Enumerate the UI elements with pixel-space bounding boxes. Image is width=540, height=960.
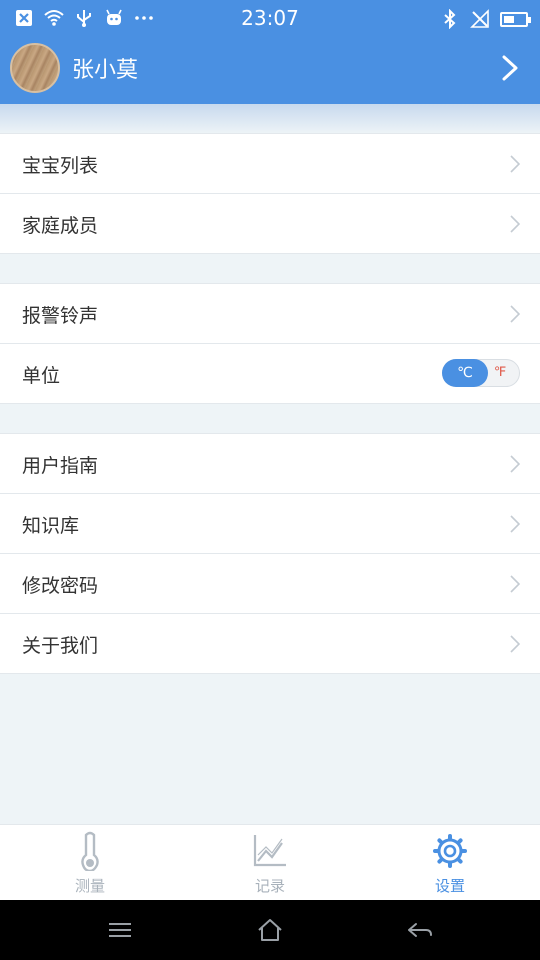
row-label: 报警铃声 [22,305,99,327]
row-label: 知识库 [22,515,80,537]
row-family-members[interactable]: 家庭成员 [0,194,540,254]
tab-measure[interactable]: 测量 [0,825,180,901]
settings-group-baby: 宝宝列表 家庭成员 [0,133,540,254]
row-label: 宝宝列表 [22,155,99,177]
avatar[interactable] [10,43,60,93]
chevron-right-icon [510,515,520,533]
tab-label: 测量 [74,877,105,895]
row-label: 修改密码 [22,575,99,597]
tab-records[interactable]: 记录 [180,825,360,901]
status-bar: 23:07 [0,0,540,38]
bluetooth-icon [444,9,456,29]
row-knowledge-base[interactable]: 知识库 [0,494,540,554]
chevron-right-icon[interactable] [498,54,522,82]
tab-settings[interactable]: 设置 [360,825,540,901]
thermometer-icon [81,831,99,871]
fahrenheit-option[interactable]: ℉ [487,360,513,386]
chart-icon [253,835,286,867]
system-nav-bar [0,900,540,960]
chevron-right-icon [510,575,520,593]
row-unit: 单位 ℃ ℉ [0,344,540,404]
settings-group-info: 用户指南 知识库 修改密码 关于我们 [0,433,540,674]
battery-icon [500,11,531,27]
row-user-guide[interactable]: 用户指南 [0,434,540,494]
bottom-tab-bar: 测量 记录 设置 [0,824,540,900]
header-shadow [0,104,540,134]
row-about-us[interactable]: 关于我们 [0,614,540,674]
chevron-right-icon [510,635,520,653]
row-label: 关于我们 [22,635,99,657]
user-name: 张小莫 [72,58,139,83]
celsius-option[interactable]: ℃ [442,359,488,387]
profile-header[interactable]: 张小莫 [0,38,540,104]
chevron-right-icon [510,305,520,323]
settings-group-alarm: 报警铃声 单位 ℃ ℉ [0,283,540,404]
row-baby-list[interactable]: 宝宝列表 [0,134,540,194]
gear-icon [433,834,467,868]
tab-label: 设置 [434,877,465,895]
menu-icon[interactable] [106,918,134,942]
chevron-right-icon [510,215,520,233]
row-label: 单位 [22,365,61,387]
no-signal-icon [470,9,489,28]
tab-label: 记录 [254,877,285,895]
row-alarm-ringtone[interactable]: 报警铃声 [0,284,540,344]
home-icon[interactable] [256,918,284,942]
chevron-right-icon [510,155,520,173]
row-label: 用户指南 [22,455,99,477]
back-icon[interactable] [406,918,434,942]
row-change-password[interactable]: 修改密码 [0,554,540,614]
row-label: 家庭成员 [22,215,99,237]
top-bar: 23:07 张小莫 [0,0,540,104]
unit-toggle[interactable]: ℃ ℉ [442,359,520,387]
chevron-right-icon [510,455,520,473]
